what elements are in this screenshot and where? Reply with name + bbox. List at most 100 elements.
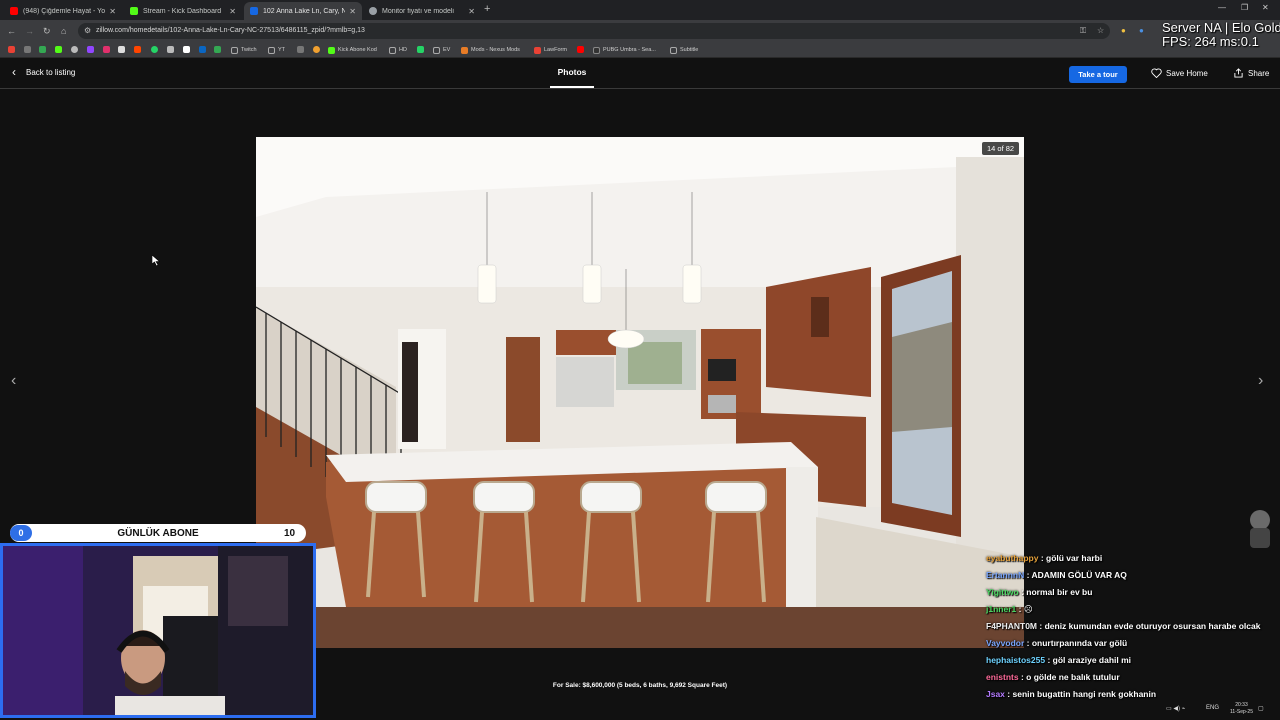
chat-message: Yigittwo : normal bir ev bu (986, 587, 1280, 598)
folder-icon (268, 46, 275, 54)
server-line: Server NA | Elo Gold (1162, 20, 1280, 35)
bookmark-icon[interactable] (214, 46, 221, 53)
tab-title: Stream - Kick Dashboard (143, 7, 222, 15)
close-icon[interactable]: ✕ (229, 7, 236, 16)
minimize-icon[interactable]: — (1218, 3, 1226, 12)
site-info-icon[interactable]: ⚙ (84, 26, 91, 35)
active-tab-indicator (550, 86, 594, 88)
bookmark-icon[interactable] (167, 46, 174, 53)
tab-title: (948) Çiğdemle Hayat - YouTube (23, 7, 106, 15)
streamer-badge-icon (1244, 506, 1276, 550)
goal-target-count: 10 (284, 528, 296, 539)
take-a-tour-button[interactable]: Take a tour (1069, 66, 1127, 83)
extension-icon[interactable]: ● (1121, 26, 1126, 35)
chat-overlay: eyabuthappy : gölü var harbi ErtannnN : … (986, 553, 1280, 706)
bookmark-icon[interactable] (297, 46, 304, 53)
close-icon[interactable]: ✕ (349, 7, 356, 16)
linkedin-bookmark-icon[interactable] (199, 46, 206, 53)
photo-counter: 14 of 82 (982, 142, 1020, 155)
tab-zillow[interactable]: 102 Anna Lake Ln, Cary, NC 275 ✕ (244, 2, 362, 20)
chat-username: Yigittwo (986, 587, 1019, 597)
nexus-icon (461, 46, 468, 54)
bookmark-twitch[interactable]: Twitch (231, 45, 257, 55)
bookmark-nexus-mods[interactable]: Mods - Nexus Mods (461, 45, 520, 55)
bookmark-hd[interactable]: HD (389, 45, 407, 55)
chat-username: Vayvodor (986, 638, 1025, 648)
new-tab-button[interactable]: + (484, 3, 490, 15)
bookmark-icon[interactable] (71, 46, 78, 53)
bookmark-kick-abone-kod[interactable]: Kick Abone Kod (328, 45, 377, 55)
notification-icon[interactable]: ▢ (1258, 705, 1264, 712)
share-button[interactable]: Share (1233, 68, 1269, 78)
chat-username: ErtannnN (986, 570, 1025, 580)
chat-text: : (1018, 604, 1022, 614)
save-home-button[interactable]: Save Home (1151, 68, 1208, 78)
bookmark-pubg-umbra[interactable]: PUBG Umbra - Sea... (593, 45, 656, 55)
tab-photos[interactable]: Photos (550, 67, 594, 77)
bookmark-icon[interactable] (417, 46, 424, 53)
zillow-icon (250, 7, 258, 15)
game-server-overlay: Server NA | Elo Gold FPS: 264 ms:0.1 (1162, 21, 1280, 49)
bookmark-lawform[interactable]: LawForm (534, 45, 567, 55)
tray-icons[interactable]: ▭ ◀) ⌁ (1166, 705, 1185, 712)
password-key-icon[interactable]: ⚿ (1080, 26, 1086, 36)
tab-monitor[interactable]: Monitor fiyatı ve modeli ✕ (363, 2, 481, 20)
reload-icon[interactable]: ↻ (43, 26, 51, 37)
chat-message: F4PHANT0M : deniz kumundan evde oturuyor… (986, 621, 1280, 632)
goal-current-count: 0 (10, 525, 32, 541)
close-icon[interactable]: ✕ (109, 7, 116, 16)
bookmark-yt[interactable]: YT (268, 45, 285, 55)
back-label: Back to listing (26, 67, 76, 77)
folder-icon (433, 46, 440, 54)
chat-username: F4PHANT0M (986, 621, 1038, 631)
bookmark-star-icon[interactable]: ☆ (1097, 26, 1104, 35)
chat-message: enistnts : o gölde ne balık tutulur (986, 672, 1280, 683)
home-icon[interactable]: ⌂ (61, 26, 66, 36)
tab-youtube[interactable]: (948) Çiğdemle Hayat - YouTube ✕ (4, 2, 122, 20)
chat-username: j1nner1 (986, 604, 1017, 614)
chat-username: hephaistos255 (986, 655, 1046, 665)
webcam-feed-illustration (3, 546, 313, 715)
chat-text: : göl araziye dahil mi (1047, 655, 1132, 665)
bookmark-icon[interactable] (313, 46, 320, 53)
bookmark-ev[interactable]: EV (433, 45, 450, 55)
maximize-icon[interactable]: ❐ (1241, 3, 1248, 12)
forward-icon[interactable]: → (25, 26, 34, 36)
bookmark-icon[interactable] (134, 46, 141, 53)
chat-message: Jsax : senin bugattin hangi renk gokhani… (986, 689, 1280, 700)
instagram-bookmark-icon[interactable] (103, 46, 110, 53)
globe-icon (369, 7, 377, 15)
back-to-listing-link[interactable]: ‹ Back to listing (12, 66, 76, 78)
chat-message: Vayvodor : onurtırpanında var gölü (986, 638, 1280, 649)
x-bookmark-icon[interactable] (118, 46, 125, 53)
bookmark-icon[interactable] (24, 46, 31, 53)
twitch-bookmark-icon[interactable] (87, 46, 94, 53)
back-icon[interactable]: ← (7, 26, 16, 36)
kick-icon (328, 46, 335, 54)
bookmark-icon[interactable] (39, 46, 46, 53)
youtube-bookmark-icon[interactable] (577, 46, 584, 53)
bookmark-icon[interactable] (183, 46, 190, 53)
previous-photo-arrow[interactable]: ‹ (11, 372, 16, 390)
heart-icon (1151, 68, 1162, 78)
window-close-icon[interactable]: ✕ (1262, 3, 1269, 12)
tab-title: Monitor fiyatı ve modeli (382, 7, 454, 15)
clock[interactable]: 20:33 11-Sep-25 (1230, 702, 1253, 716)
language-indicator[interactable]: ENG (1206, 705, 1219, 711)
fps-line: FPS: 264 ms:0.1 (1162, 34, 1259, 49)
bookmark-subtitle[interactable]: Subtitle (670, 45, 698, 55)
whatsapp-bookmark-icon[interactable] (151, 46, 158, 53)
emote-icon: ☹ (1023, 604, 1033, 614)
extension-icon[interactable]: ● (1139, 26, 1144, 35)
folder-icon (231, 46, 238, 54)
next-photo-arrow[interactable]: › (1258, 372, 1263, 390)
tab-kick[interactable]: Stream - Kick Dashboard ✕ (124, 2, 242, 20)
chat-text: : deniz kumundan evde oturuyor osursan h… (1039, 621, 1261, 631)
bookmark-icon[interactable] (8, 46, 15, 53)
tab-title: 102 Anna Lake Ln, Cary, NC 275 (263, 7, 346, 15)
listing-photo-kitchen[interactable] (256, 137, 1024, 648)
share-icon (1234, 68, 1243, 78)
streamer-webcam (0, 543, 316, 718)
kick-bookmark-icon[interactable] (55, 46, 62, 53)
close-icon[interactable]: ✕ (468, 7, 475, 16)
